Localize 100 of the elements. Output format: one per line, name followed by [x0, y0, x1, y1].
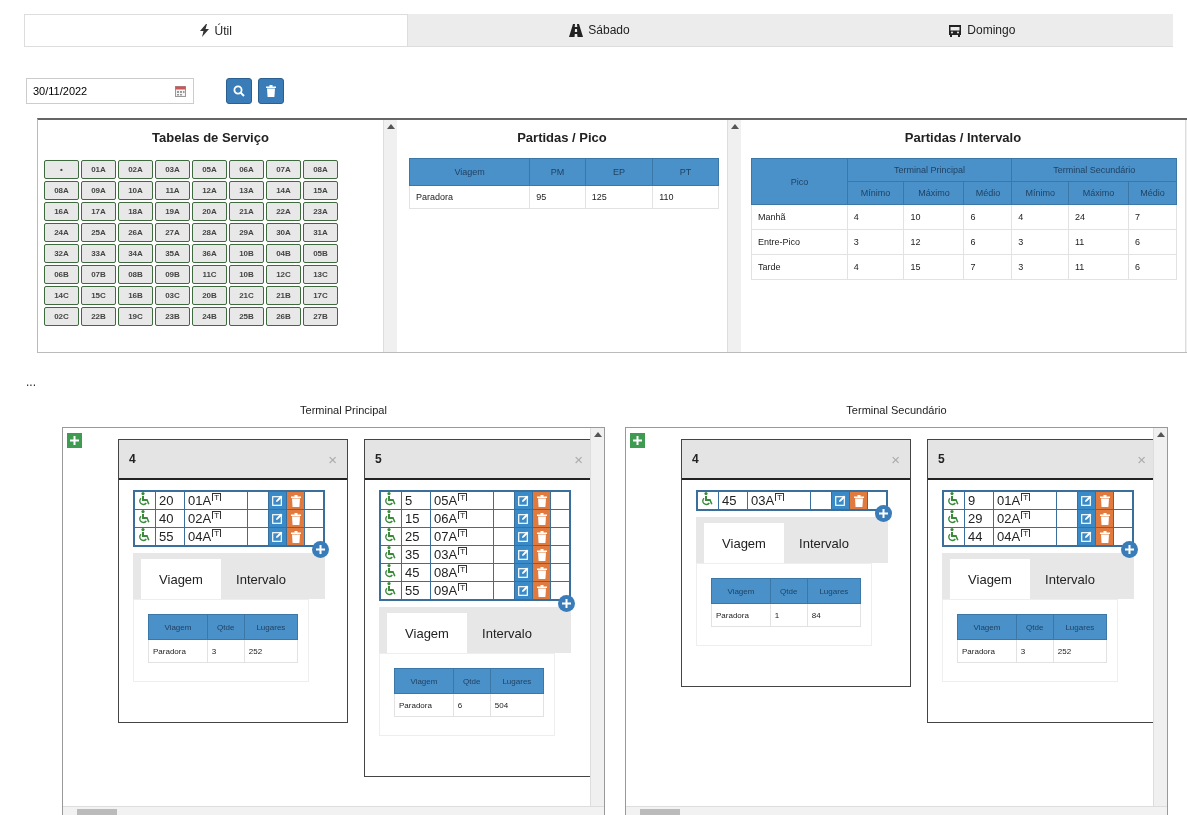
- add-button[interactable]: [875, 505, 892, 522]
- delete-button[interactable]: [533, 546, 550, 563]
- service-table-button[interactable]: 11A: [155, 181, 190, 200]
- edit-button[interactable]: [1078, 492, 1095, 509]
- add-button[interactable]: [1121, 541, 1138, 558]
- service-table-button[interactable]: 10B: [229, 244, 264, 263]
- service-table-button[interactable]: 10B: [229, 265, 264, 284]
- service-table-button[interactable]: 07B: [81, 265, 116, 284]
- service-table-button[interactable]: 23B: [155, 307, 190, 326]
- edit-button[interactable]: [1078, 510, 1095, 527]
- delete-button[interactable]: [533, 564, 550, 581]
- service-table-button[interactable]: 04B: [266, 244, 301, 263]
- tab[interactable]: Intervalo: [221, 559, 301, 599]
- delete-button[interactable]: [533, 582, 550, 599]
- service-table-button[interactable]: 25A: [81, 223, 116, 242]
- scrollbar[interactable]: [626, 806, 1167, 815]
- delete-button[interactable]: [1096, 528, 1113, 545]
- delete-button[interactable]: [533, 492, 550, 509]
- service-table-button[interactable]: 02C: [44, 307, 79, 326]
- service-table-button[interactable]: 32A: [44, 244, 79, 263]
- service-table-button[interactable]: 03C: [155, 286, 190, 305]
- service-table-button[interactable]: 14A: [266, 181, 301, 200]
- service-table-button[interactable]: 20A: [192, 202, 227, 221]
- service-table-button[interactable]: 35A: [155, 244, 190, 263]
- edit-button[interactable]: [269, 492, 286, 509]
- search-button[interactable]: [226, 78, 252, 104]
- service-table-button[interactable]: 16B: [118, 286, 153, 305]
- service-table-button[interactable]: 18A: [118, 202, 153, 221]
- service-table-button[interactable]: 26A: [118, 223, 153, 242]
- day-tab[interactable]: Útil: [24, 14, 409, 46]
- edit-button[interactable]: [515, 510, 532, 527]
- delete-button[interactable]: [287, 510, 304, 527]
- scrollbar[interactable]: [727, 120, 741, 352]
- service-table-button[interactable]: 17A: [81, 202, 116, 221]
- scrollbar[interactable]: [383, 120, 397, 352]
- tab[interactable]: Intervalo: [1030, 559, 1110, 599]
- service-table-button[interactable]: 08B: [118, 265, 153, 284]
- service-table-button[interactable]: 03A: [155, 160, 190, 179]
- service-table-button[interactable]: 25B: [229, 307, 264, 326]
- tab[interactable]: Viagem: [141, 559, 221, 599]
- scrollbar[interactable]: [1153, 428, 1167, 806]
- service-table-button[interactable]: 23A: [303, 202, 338, 221]
- add-button[interactable]: [67, 433, 82, 448]
- service-table-button[interactable]: 22B: [81, 307, 116, 326]
- service-table-button[interactable]: 33A: [81, 244, 116, 263]
- add-button[interactable]: [312, 541, 329, 558]
- service-table-button[interactable]: 01A: [81, 160, 116, 179]
- delete-button[interactable]: [1096, 510, 1113, 527]
- edit-button[interactable]: [515, 582, 532, 599]
- service-table-button[interactable]: 11C: [192, 265, 227, 284]
- service-table-button[interactable]: 08A: [303, 160, 338, 179]
- edit-button[interactable]: [832, 492, 849, 509]
- scrollbar[interactable]: [590, 428, 604, 806]
- service-table-button[interactable]: 14C: [44, 286, 79, 305]
- delete-button[interactable]: [1096, 492, 1113, 509]
- edit-button[interactable]: [515, 492, 532, 509]
- tab[interactable]: Viagem: [704, 523, 784, 563]
- delete-button[interactable]: [258, 78, 284, 104]
- edit-button[interactable]: [269, 528, 286, 545]
- service-table-button[interactable]: 08A: [44, 181, 79, 200]
- tab[interactable]: Viagem: [950, 559, 1030, 599]
- tab[interactable]: Viagem: [387, 613, 467, 653]
- service-table-button[interactable]: 30A: [266, 223, 301, 242]
- service-table-button[interactable]: 05B: [303, 244, 338, 263]
- service-table-button[interactable]: 20B: [192, 286, 227, 305]
- service-table-button[interactable]: 31A: [303, 223, 338, 242]
- service-table-button[interactable]: 13A: [229, 181, 264, 200]
- service-table-button[interactable]: 15A: [303, 181, 338, 200]
- service-table-button[interactable]: 27A: [155, 223, 190, 242]
- service-table-button[interactable]: 06B: [44, 265, 79, 284]
- service-table-button[interactable]: 17C: [303, 286, 338, 305]
- edit-button[interactable]: [515, 528, 532, 545]
- date-field[interactable]: 30/11/2022: [26, 78, 194, 104]
- service-table-button[interactable]: 15C: [81, 286, 116, 305]
- service-table-button[interactable]: 09B: [155, 265, 190, 284]
- calendar-icon[interactable]: [175, 85, 186, 97]
- service-table-button[interactable]: 29A: [229, 223, 264, 242]
- service-table-button[interactable]: 34A: [118, 244, 153, 263]
- service-table-button[interactable]: 19C: [118, 307, 153, 326]
- edit-button[interactable]: [1078, 528, 1095, 545]
- service-table-button[interactable]: 27B: [303, 307, 338, 326]
- service-table-button[interactable]: 16A: [44, 202, 79, 221]
- service-table-button[interactable]: 12A: [192, 181, 227, 200]
- service-table-button[interactable]: 22A: [266, 202, 301, 221]
- tab[interactable]: Intervalo: [784, 523, 864, 563]
- tab[interactable]: Intervalo: [467, 613, 547, 653]
- delete-button[interactable]: [533, 510, 550, 527]
- service-table-button[interactable]: 13C: [303, 265, 338, 284]
- scrollbar[interactable]: [63, 806, 604, 815]
- service-table-button[interactable]: 21B: [266, 286, 301, 305]
- service-table-button[interactable]: 06A: [229, 160, 264, 179]
- add-button[interactable]: [630, 433, 645, 448]
- delete-button[interactable]: [533, 528, 550, 545]
- edit-button[interactable]: [269, 510, 286, 527]
- service-table-button[interactable]: 19A: [155, 202, 190, 221]
- service-table-button[interactable]: 24B: [192, 307, 227, 326]
- service-table-button[interactable]: 36A: [192, 244, 227, 263]
- edit-button[interactable]: [515, 546, 532, 563]
- edit-button[interactable]: [515, 564, 532, 581]
- service-table-button[interactable]: 05A: [192, 160, 227, 179]
